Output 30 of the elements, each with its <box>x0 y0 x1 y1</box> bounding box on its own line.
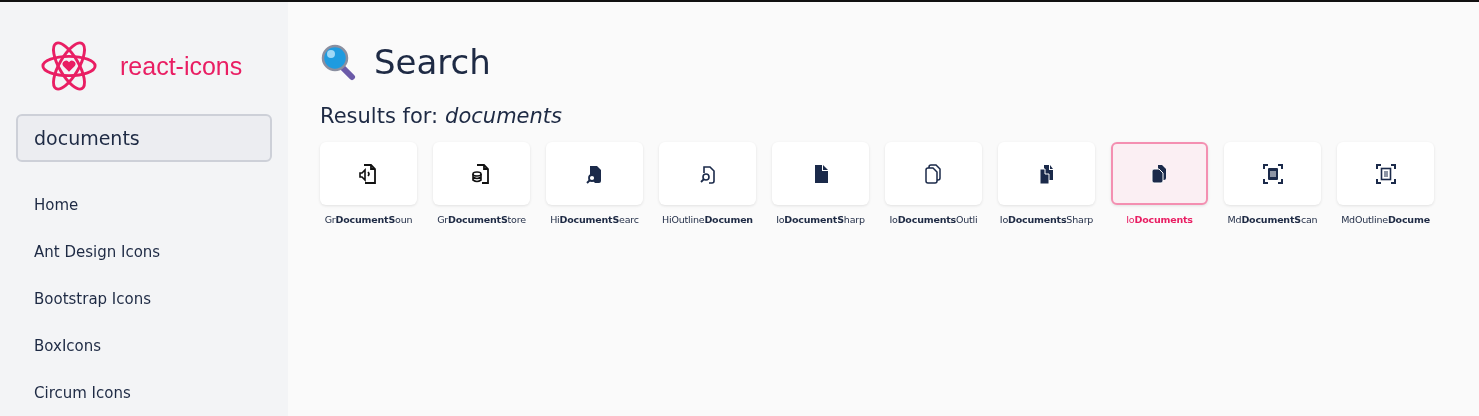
magnifier-icon <box>320 43 358 81</box>
page-title: Search <box>374 42 491 82</box>
logo-text: react-icons <box>120 51 243 81</box>
icon-name: MdDocumentScan <box>1227 214 1318 225</box>
icon-name: IoDocuments <box>1126 214 1193 225</box>
icon-name: HiDocumentSearc <box>550 214 639 225</box>
search-query: documents <box>445 104 562 128</box>
icon-card[interactable] <box>433 142 530 205</box>
sidebar-item[interactable]: Circum Icons <box>0 370 288 416</box>
icon-name: IoDocumentSharp <box>776 214 865 225</box>
document-scan-icon <box>1373 161 1398 186</box>
icon-card[interactable] <box>320 142 417 205</box>
icon-name: IoDocumentsOutli <box>889 214 978 225</box>
icon-card[interactable] <box>998 142 1095 205</box>
sidebar-item[interactable]: Home <box>0 182 288 229</box>
results-label: Results for: <box>320 104 439 128</box>
icon-card[interactable] <box>772 142 869 205</box>
sidebar-item[interactable]: Bootstrap Icons <box>0 276 288 323</box>
icon-name: IoDocumentsSharp <box>999 214 1094 225</box>
icon-name: GrDocumentStore <box>437 214 526 225</box>
icon-name: GrDocumentSoun <box>324 214 413 225</box>
icon-card[interactable] <box>1224 142 1321 205</box>
document-scan-icon <box>1260 161 1285 186</box>
icon-card[interactable] <box>546 142 643 205</box>
icon-card[interactable] <box>1111 142 1208 205</box>
icon-name: MdOutlineDocume <box>1341 214 1430 225</box>
sidebar-item[interactable]: Ant Design Icons <box>0 229 288 276</box>
icon-name: HiOutlineDocumen <box>662 214 753 225</box>
sidebar-item[interactable]: BoxIcons <box>0 323 288 370</box>
search-field[interactable]: documents <box>16 114 272 162</box>
